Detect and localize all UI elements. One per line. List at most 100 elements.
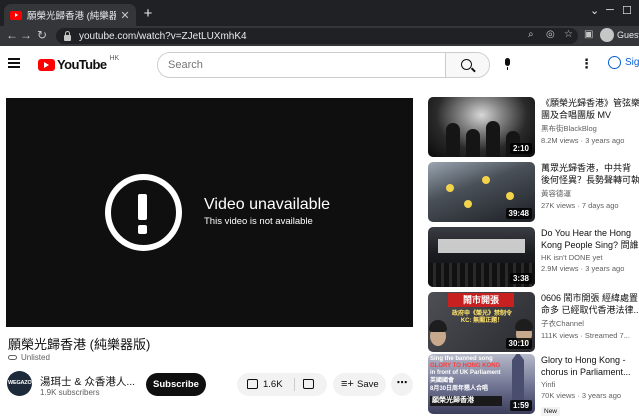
- chevron-down-icon[interactable]: ⌄: [590, 4, 599, 17]
- recommendation-title[interactable]: Glory to Hong Kong -: [541, 354, 639, 366]
- recommendation-channel[interactable]: 子衣Channel: [541, 318, 639, 329]
- thumbnail-banner: 願榮光歸香港: [430, 396, 502, 406]
- duration-badge: 2:10: [509, 143, 532, 154]
- close-tab-icon[interactable]: ✕: [120, 9, 130, 22]
- minimize-icon[interactable]: ─: [606, 4, 614, 16]
- subscribe-button[interactable]: Subscribe: [146, 373, 206, 396]
- exclamation-icon: [105, 174, 182, 251]
- recommendation-channel[interactable]: Yinfi: [541, 380, 639, 389]
- video-thumbnail[interactable]: 3:38: [428, 227, 535, 287]
- logo-text: YouTube: [57, 57, 107, 72]
- eye-off-icon[interactable]: ◎: [546, 29, 555, 40]
- unlisted-badge: Unlisted: [8, 353, 50, 362]
- like-button[interactable]: [247, 379, 258, 389]
- recommendation-item[interactable]: 39:48 萬眾光歸香港，中共背 後何怪異？長勢聲轉可執 黃容德運 27K vi…: [428, 162, 639, 224]
- browser-tab[interactable]: 願榮光歸香港 (純樂器版) - YouTu ✕: [4, 4, 136, 26]
- channel-name[interactable]: 湯珥士 & 众香港人...: [40, 374, 135, 389]
- forward-arrow-icon[interactable]: →: [20, 28, 32, 42]
- thumbnail-text: 8月30日周年懇人合唱: [430, 386, 489, 392]
- profile-label[interactable]: Guest: [617, 30, 639, 40]
- more-vert-icon[interactable]: ⋮: [580, 56, 593, 72]
- browser-toolbar: ← → ↻ youtube.com/watch?v=ZJetLUXmhK4 ⌕ …: [0, 26, 639, 46]
- new-tab-button[interactable]: +: [140, 5, 156, 22]
- youtube-logo[interactable]: YouTube HK: [38, 55, 120, 72]
- upload-age: 3 years ago: [581, 391, 622, 400]
- duration-badge: 30:10: [505, 338, 532, 349]
- upload-age: Streamed 7...: [584, 331, 630, 340]
- youtube-favicon-icon: [10, 10, 22, 20]
- playlist-add-icon: ≡+: [341, 378, 354, 390]
- zoom-icon[interactable]: ⌕: [528, 29, 534, 40]
- link-icon: [8, 355, 17, 360]
- reload-icon[interactable]: ↻: [37, 28, 47, 42]
- thumbnail-text: in front of UK Parliament: [430, 370, 501, 376]
- video-thumbnail[interactable]: 39:48: [428, 162, 535, 222]
- video-thumbnail[interactable]: 2:10: [428, 97, 535, 157]
- avatar-text: WEGAZO: [8, 380, 32, 386]
- view-count: 8.2M views: [541, 136, 579, 145]
- recommendation-title-line2[interactable]: Kong People Sing? 問誰...: [541, 239, 639, 251]
- visibility-label: Unlisted: [21, 353, 50, 362]
- browser-tabstrip: 願榮光歸香港 (純樂器版) - YouTu ✕ + ⌄ ─ ☐: [0, 0, 639, 26]
- thumbnail-caption: 政府申《榮光》禁制令 KC: 無關正題！: [451, 311, 512, 324]
- profile-avatar-icon[interactable]: [600, 28, 614, 42]
- divider: [294, 378, 295, 391]
- sidepanel-icon[interactable]: ▣: [584, 29, 593, 40]
- like-count: 1.6K: [263, 379, 283, 390]
- sign-in-label: Sign in: [625, 57, 639, 68]
- recommendation-title[interactable]: 萬眾光歸香港，中共背: [541, 162, 639, 174]
- video-thumbnail[interactable]: 鬧市開張 政府申《榮光》禁制令 KC: 無關正題！ 30:10: [428, 292, 535, 352]
- video-title: 願榮光歸香港 (純樂器版): [8, 337, 151, 352]
- thumbnail-banner: 鬧市開張: [448, 293, 514, 307]
- country-code: HK: [109, 55, 120, 62]
- recommendation-title-line2[interactable]: 命多 已經取代香港法律...: [541, 304, 639, 316]
- recommendation-item[interactable]: 3:38 Do You Hear the Hong Kong People Si…: [428, 227, 639, 289]
- recommendation-channel[interactable]: 黑布街BlackBlog: [541, 123, 639, 134]
- duration-badge: 39:48: [505, 208, 532, 219]
- menu-icon[interactable]: [8, 58, 20, 68]
- recommendation-title[interactable]: 《願榮光歸香港》管弦樂: [541, 97, 639, 109]
- video-thumbnail[interactable]: Sing the banned song GLORY TO HONG KONG …: [428, 354, 535, 414]
- address-bar[interactable]: youtube.com/watch?v=ZJetLUXmhK4: [56, 28, 578, 44]
- sign-in-button[interactable]: Sign in: [608, 56, 639, 69]
- subscriber-count: 1.9K subscribers: [40, 388, 100, 397]
- back-arrow-icon[interactable]: ←: [6, 28, 18, 42]
- upload-age: 3 years ago: [585, 136, 625, 145]
- recommendation-title-line2[interactable]: chorus in Parliament...: [541, 366, 639, 378]
- microphone-icon[interactable]: [504, 58, 511, 70]
- like-dislike-group: 1.6K: [237, 373, 327, 396]
- save-button[interactable]: ≡+ Save: [333, 373, 386, 396]
- recommendation-channel[interactable]: 黃容德運: [541, 188, 639, 199]
- youtube-header: YouTube HK ⋮ Sign in: [0, 46, 639, 84]
- dislike-button[interactable]: [303, 379, 314, 389]
- thumbnail-text: GLORY TO HONG KONG: [430, 363, 501, 369]
- youtube-play-icon: [38, 58, 55, 71]
- view-count: 70K views: [541, 391, 576, 400]
- new-badge: New: [541, 407, 561, 416]
- recommendation-item[interactable]: Sing the banned song GLORY TO HONG KONG …: [428, 354, 639, 416]
- search-input[interactable]: [158, 53, 445, 77]
- star-icon[interactable]: ☆: [564, 29, 573, 40]
- maximize-icon[interactable]: ☐: [622, 4, 632, 17]
- thumbnail-text: 英國國會: [430, 378, 455, 384]
- recommendation-title-line2[interactable]: 團及合唱團版 MV: [541, 109, 639, 121]
- search-bar: [157, 52, 490, 78]
- view-count: 111K views: [541, 331, 579, 340]
- save-label: Save: [357, 379, 379, 390]
- recommendation-item[interactable]: 鬧市開張 政府申《榮光》禁制令 KC: 無關正題！ 30:10 0606 鬧市開…: [428, 292, 639, 354]
- account-icon: [608, 56, 621, 69]
- tab-title: 願榮光歸香港 (純樂器版) - YouTu: [27, 11, 116, 22]
- recommendation-title[interactable]: 0606 鬧市開張 經緯處置: [541, 292, 639, 304]
- recommendation-title[interactable]: Do You Hear the Hong: [541, 227, 639, 239]
- video-player[interactable]: Video unavailable This video is not avai…: [6, 98, 413, 327]
- duration-badge: 1:59: [509, 400, 532, 411]
- search-icon[interactable]: [445, 53, 489, 77]
- more-actions-icon[interactable]: ⋯: [391, 373, 413, 396]
- channel-avatar[interactable]: WEGAZO: [7, 371, 32, 396]
- error-subtitle: This video is not available: [204, 216, 313, 227]
- view-count: 2.9M views: [541, 264, 579, 273]
- view-count: 27K views: [541, 201, 576, 210]
- recommendation-title-line2[interactable]: 後何怪異？長勢聲轉可執: [541, 174, 639, 186]
- recommendation-item[interactable]: 2:10 《願榮光歸香港》管弦樂 團及合唱團版 MV 黑布街BlackBlog …: [428, 97, 639, 159]
- recommendation-channel[interactable]: HK isn't DONE yet: [541, 253, 639, 262]
